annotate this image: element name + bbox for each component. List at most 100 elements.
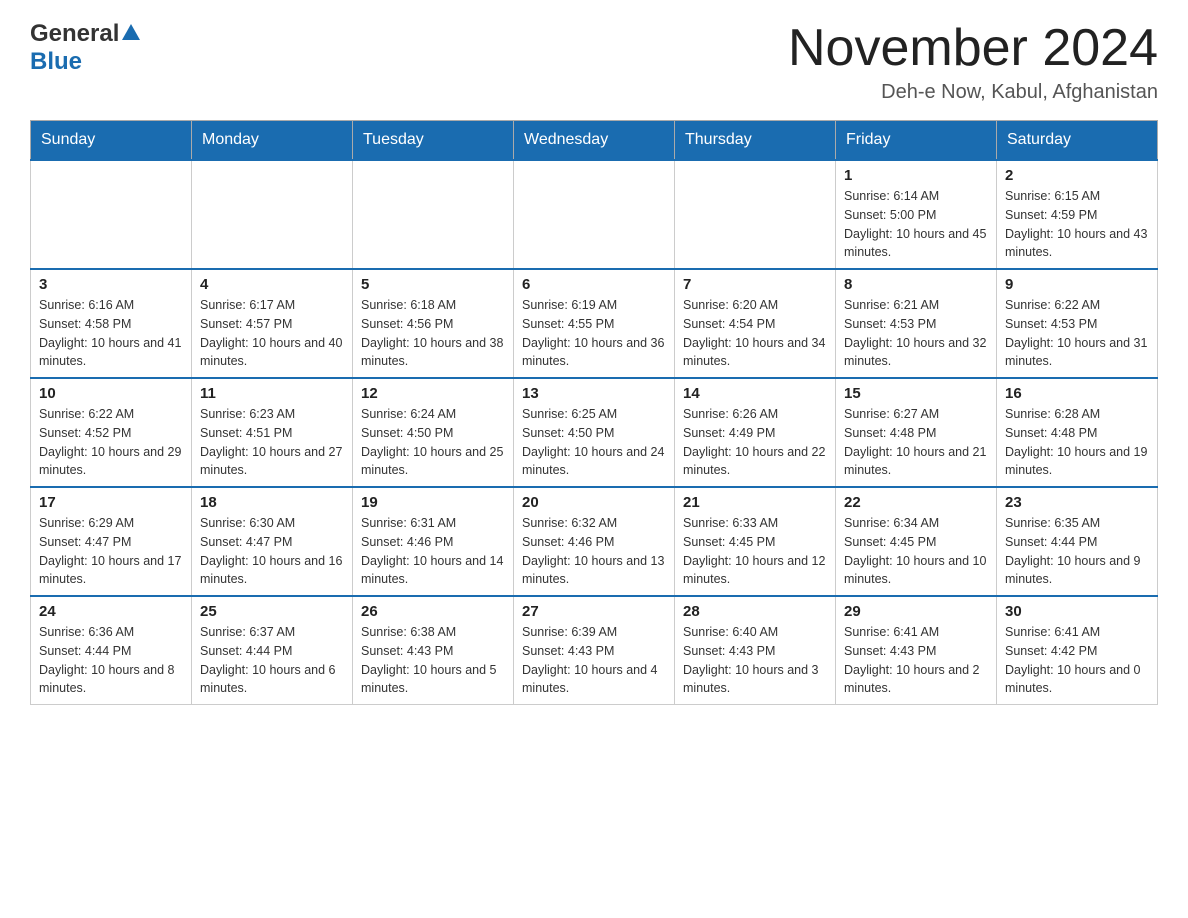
table-row: 29 Sunrise: 6:41 AMSunset: 4:43 PMDayligh…: [836, 596, 997, 705]
table-row: 9 Sunrise: 6:22 AMSunset: 4:53 PMDaylight…: [997, 269, 1158, 378]
day-number: 26: [361, 603, 505, 620]
table-row: 6Sunrise: 6:19 AMSunset: 4:55 PMDaylight…: [514, 269, 675, 378]
table-row: 28 Sunrise: 6:40 AMSunset: 4:43 PMDayligh…: [675, 596, 836, 705]
day-info: Sunrise: 6:34 AMSunset: 4:45 PMDaylight:…: [844, 514, 988, 589]
day-info: Sunrise: 6:22 AMSunset: 4:52 PMDaylight:…: [39, 405, 183, 480]
logo-general: General: [30, 20, 119, 48]
table-row: 13 Sunrise: 6:25 AMSunset: 4:50 PMDayligh…: [514, 378, 675, 487]
day-number: 14: [683, 385, 827, 402]
day-info: Sunrise: 6:30 AMSunset: 4:47 PMDaylight:…: [200, 514, 344, 589]
day-number: 11: [200, 385, 344, 402]
day-number: 19: [361, 494, 505, 511]
location-subtitle: Deh-e Now, Kabul, Afghanistan: [788, 81, 1158, 104]
day-number: 6: [522, 276, 666, 293]
day-info: Sunrise: 6:14 AMSunset: 5:00 PMDaylight:…: [844, 187, 988, 262]
header-thursday: Thursday: [675, 121, 836, 161]
day-info: Sunrise: 6:15 AMSunset: 4:59 PMDaylight:…: [1005, 187, 1149, 262]
day-number: 18: [200, 494, 344, 511]
table-row: 25Sunrise: 6:37 AMSunset: 4:44 PMDayligh…: [192, 596, 353, 705]
day-info: Sunrise: 6:26 AMSunset: 4:49 PMDaylight:…: [683, 405, 827, 480]
day-info: Sunrise: 6:40 AMSunset: 4:43 PMDaylight:…: [683, 623, 827, 698]
table-row: 7 Sunrise: 6:20 AMSunset: 4:54 PMDaylight…: [675, 269, 836, 378]
day-number: 16: [1005, 385, 1149, 402]
day-info: Sunrise: 6:33 AMSunset: 4:45 PMDaylight:…: [683, 514, 827, 589]
table-row: 23Sunrise: 6:35 AMSunset: 4:44 PMDayligh…: [997, 487, 1158, 596]
table-row: 4 Sunrise: 6:17 AMSunset: 4:57 PMDaylight…: [192, 269, 353, 378]
header-wednesday: Wednesday: [514, 121, 675, 161]
table-row: 22 Sunrise: 6:34 AMSunset: 4:45 PMDayligh…: [836, 487, 997, 596]
day-number: 5: [361, 276, 505, 293]
day-number: 20: [522, 494, 666, 511]
day-info: Sunrise: 6:24 AMSunset: 4:50 PMDaylight:…: [361, 405, 505, 480]
table-row: 8Sunrise: 6:21 AMSunset: 4:53 PMDaylight…: [836, 269, 997, 378]
month-title: November 2024: [788, 20, 1158, 77]
table-row: 18 Sunrise: 6:30 AMSunset: 4:47 PMDayligh…: [192, 487, 353, 596]
day-info: Sunrise: 6:32 AMSunset: 4:46 PMDaylight:…: [522, 514, 666, 589]
day-number: 22: [844, 494, 988, 511]
table-row: [675, 160, 836, 269]
day-info: Sunrise: 6:16 AMSunset: 4:58 PMDaylight:…: [39, 296, 183, 371]
table-row: 15Sunrise: 6:27 AMSunset: 4:48 PMDayligh…: [836, 378, 997, 487]
day-number: 7: [683, 276, 827, 293]
header: General Blue November 2024 Deh-e Now, Ka…: [30, 20, 1158, 104]
table-row: 19Sunrise: 6:31 AMSunset: 4:46 PMDayligh…: [353, 487, 514, 596]
logo: General Blue: [30, 20, 140, 76]
table-row: 1Sunrise: 6:14 AMSunset: 5:00 PMDaylight…: [836, 160, 997, 269]
day-info: Sunrise: 6:17 AMSunset: 4:57 PMDaylight:…: [200, 296, 344, 371]
day-number: 10: [39, 385, 183, 402]
day-info: Sunrise: 6:27 AMSunset: 4:48 PMDaylight:…: [844, 405, 988, 480]
day-number: 4: [200, 276, 344, 293]
day-number: 24: [39, 603, 183, 620]
table-row: 30Sunrise: 6:41 AMSunset: 4:42 PMDayligh…: [997, 596, 1158, 705]
calendar-week-1: 1Sunrise: 6:14 AMSunset: 5:00 PMDaylight…: [31, 160, 1158, 269]
day-number: 2: [1005, 167, 1149, 184]
header-monday: Monday: [192, 121, 353, 161]
day-info: Sunrise: 6:25 AMSunset: 4:50 PMDaylight:…: [522, 405, 666, 480]
header-saturday: Saturday: [997, 121, 1158, 161]
day-number: 27: [522, 603, 666, 620]
table-row: 20 Sunrise: 6:32 AMSunset: 4:46 PMDayligh…: [514, 487, 675, 596]
table-row: 3 Sunrise: 6:16 AMSunset: 4:58 PMDaylight…: [31, 269, 192, 378]
table-row: [514, 160, 675, 269]
calendar-table: Sunday Monday Tuesday Wednesday Thursday…: [30, 120, 1158, 705]
header-sunday: Sunday: [31, 121, 192, 161]
calendar-header-row: Sunday Monday Tuesday Wednesday Thursday…: [31, 121, 1158, 161]
day-number: 3: [39, 276, 183, 293]
day-info: Sunrise: 6:21 AMSunset: 4:53 PMDaylight:…: [844, 296, 988, 371]
day-info: Sunrise: 6:38 AMSunset: 4:43 PMDaylight:…: [361, 623, 505, 698]
calendar-week-3: 10 Sunrise: 6:22 AMSunset: 4:52 PMDayligh…: [31, 378, 1158, 487]
table-row: 21 Sunrise: 6:33 AMSunset: 4:45 PMDayligh…: [675, 487, 836, 596]
table-row: 11 Sunrise: 6:23 AMSunset: 4:51 PMDayligh…: [192, 378, 353, 487]
table-row: 2 Sunrise: 6:15 AMSunset: 4:59 PMDaylight…: [997, 160, 1158, 269]
day-info: Sunrise: 6:35 AMSunset: 4:44 PMDaylight:…: [1005, 514, 1149, 589]
table-row: 24 Sunrise: 6:36 AMSunset: 4:44 PMDayligh…: [31, 596, 192, 705]
calendar-week-2: 3 Sunrise: 6:16 AMSunset: 4:58 PMDaylight…: [31, 269, 1158, 378]
day-info: Sunrise: 6:28 AMSunset: 4:48 PMDaylight:…: [1005, 405, 1149, 480]
table-row: 12 Sunrise: 6:24 AMSunset: 4:50 PMDayligh…: [353, 378, 514, 487]
table-row: 10 Sunrise: 6:22 AMSunset: 4:52 PMDayligh…: [31, 378, 192, 487]
day-number: 12: [361, 385, 505, 402]
day-number: 29: [844, 603, 988, 620]
table-row: 14 Sunrise: 6:26 AMSunset: 4:49 PMDayligh…: [675, 378, 836, 487]
day-number: 28: [683, 603, 827, 620]
day-info: Sunrise: 6:41 AMSunset: 4:43 PMDaylight:…: [844, 623, 988, 698]
day-info: Sunrise: 6:36 AMSunset: 4:44 PMDaylight:…: [39, 623, 183, 698]
day-number: 21: [683, 494, 827, 511]
header-tuesday: Tuesday: [353, 121, 514, 161]
day-info: Sunrise: 6:22 AMSunset: 4:53 PMDaylight:…: [1005, 296, 1149, 371]
day-info: Sunrise: 6:23 AMSunset: 4:51 PMDaylight:…: [200, 405, 344, 480]
day-number: 17: [39, 494, 183, 511]
logo-triangle-icon: [122, 24, 140, 40]
table-row: [31, 160, 192, 269]
table-row: 5Sunrise: 6:18 AMSunset: 4:56 PMDaylight…: [353, 269, 514, 378]
day-info: Sunrise: 6:41 AMSunset: 4:42 PMDaylight:…: [1005, 623, 1149, 698]
day-number: 13: [522, 385, 666, 402]
day-info: Sunrise: 6:37 AMSunset: 4:44 PMDaylight:…: [200, 623, 344, 698]
table-row: 17Sunrise: 6:29 AMSunset: 4:47 PMDayligh…: [31, 487, 192, 596]
day-number: 9: [1005, 276, 1149, 293]
header-friday: Friday: [836, 121, 997, 161]
table-row: 27Sunrise: 6:39 AMSunset: 4:43 PMDayligh…: [514, 596, 675, 705]
day-info: Sunrise: 6:20 AMSunset: 4:54 PMDaylight:…: [683, 296, 827, 371]
calendar-week-5: 24 Sunrise: 6:36 AMSunset: 4:44 PMDayligh…: [31, 596, 1158, 705]
title-area: November 2024 Deh-e Now, Kabul, Afghanis…: [788, 20, 1158, 104]
